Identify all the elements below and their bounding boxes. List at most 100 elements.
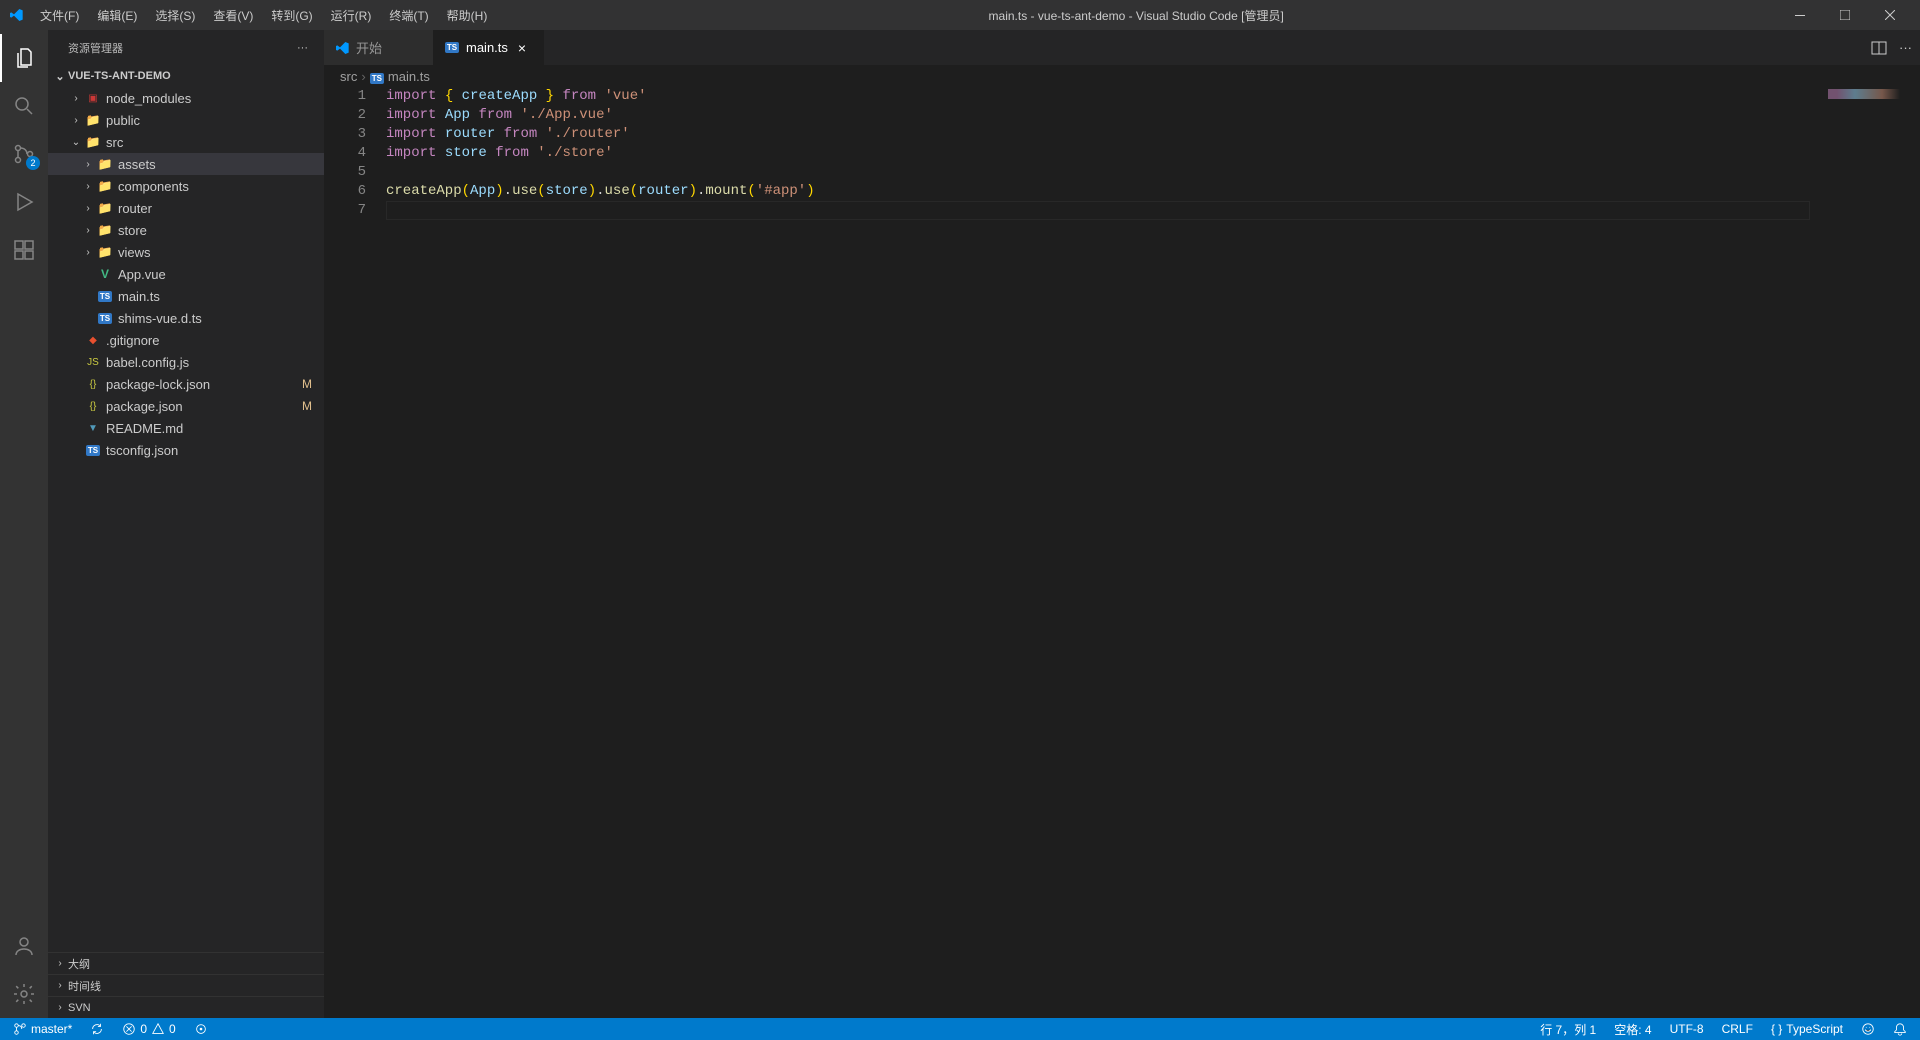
code-line: createApp(App).use(store).use(router).mo…: [386, 182, 1820, 201]
line-gutter: 1234567: [324, 87, 386, 1018]
panel-header[interactable]: ›SVN: [48, 996, 324, 1018]
menu-item[interactable]: 编辑(E): [89, 3, 145, 28]
panel-header[interactable]: ›大纲: [48, 952, 324, 974]
tree-folder[interactable]: ›📁router: [48, 197, 324, 219]
menu-item[interactable]: 终端(T): [381, 3, 436, 28]
chevron-down-icon: ⌄: [68, 137, 84, 148]
editor-content[interactable]: 1234567 import { createApp } from 'vue'i…: [324, 87, 1920, 1018]
tree-item-label: views: [118, 245, 151, 260]
activity-extensions[interactable]: [0, 226, 48, 274]
status-feedback[interactable]: [1856, 1018, 1880, 1040]
braces-icon: { }: [1771, 1022, 1782, 1036]
tree-folder[interactable]: ›▣node_modules: [48, 87, 324, 109]
panel-title: SVN: [68, 1002, 91, 1014]
close-button[interactable]: [1867, 0, 1912, 30]
more-actions-icon[interactable]: ···: [1899, 40, 1912, 55]
tree-file[interactable]: TSshims-vue.d.ts: [48, 307, 324, 329]
editor-tab[interactable]: TSmain.ts×: [434, 30, 544, 65]
git-icon: ◆: [84, 335, 102, 346]
tree-folder[interactable]: ›📁assets: [48, 153, 324, 175]
split-editor-icon[interactable]: [1871, 40, 1887, 56]
line-number: 2: [324, 106, 366, 125]
project-header[interactable]: ⌄ VUE-TS-ANT-DEMO: [48, 65, 324, 87]
status-branch[interactable]: master*: [8, 1018, 77, 1040]
status-eol[interactable]: CRLF: [1717, 1018, 1758, 1040]
panel-header[interactable]: ›时间线: [48, 974, 324, 996]
ts-icon: TS: [370, 69, 384, 84]
status-notifications[interactable]: [1888, 1018, 1912, 1040]
code-line: import router from './router': [386, 125, 1820, 144]
chevron-right-icon: ›: [80, 181, 96, 192]
menu-item[interactable]: 转到(G): [263, 3, 320, 28]
activity-search[interactable]: [0, 82, 48, 130]
breadcrumb: src › TS main.ts: [324, 65, 1920, 87]
code-area[interactable]: import { createApp } from 'vue'import Ap…: [386, 87, 1820, 1018]
tree-file[interactable]: JSbabel.config.js: [48, 351, 324, 373]
tree-file[interactable]: ▼README.md: [48, 417, 324, 439]
bell-icon: [1893, 1022, 1907, 1036]
minimap[interactable]: [1820, 87, 1920, 1018]
tree-folder[interactable]: ›📁store: [48, 219, 324, 241]
breadcrumb-item[interactable]: main.ts: [388, 69, 430, 84]
ts-icon: TS: [84, 445, 102, 456]
sidebar-header: 资源管理器 ···: [48, 30, 324, 65]
sync-icon: [90, 1022, 104, 1036]
tree-folder[interactable]: ›📁components: [48, 175, 324, 197]
project-name: VUE-TS-ANT-DEMO: [68, 70, 171, 82]
ts-icon: TS: [96, 313, 114, 324]
tree-file[interactable]: VApp.vue: [48, 263, 324, 285]
code-line: import { createApp } from 'vue': [386, 87, 1820, 106]
json-icon: {}: [84, 401, 102, 412]
folder-icon: 📁: [96, 223, 114, 237]
status-encoding[interactable]: UTF-8: [1665, 1018, 1709, 1040]
status-problems[interactable]: 0 0: [117, 1018, 180, 1040]
status-language[interactable]: { } TypeScript: [1766, 1018, 1848, 1040]
menu-item[interactable]: 查看(V): [205, 3, 261, 28]
chevron-right-icon: ›: [361, 69, 365, 84]
run-debug-icon: [12, 190, 36, 214]
activity-explorer[interactable]: [0, 34, 48, 82]
menu-item[interactable]: 运行(R): [323, 3, 380, 28]
menu-item[interactable]: 选择(S): [147, 3, 203, 28]
activity-bar: 2: [0, 30, 48, 1018]
tree-file[interactable]: TSmain.ts: [48, 285, 324, 307]
code-line: import store from './store': [386, 144, 1820, 163]
status-position[interactable]: 行 7，列 1: [1535, 1018, 1601, 1040]
status-port[interactable]: [189, 1018, 213, 1040]
menu-item[interactable]: 帮助(H): [439, 3, 496, 28]
line-number: 1: [324, 87, 366, 106]
tree-file[interactable]: {}package.jsonM: [48, 395, 324, 417]
folder-icon: 📁: [96, 179, 114, 193]
chevron-right-icon: ›: [52, 1002, 68, 1013]
status-sync[interactable]: [85, 1018, 109, 1040]
activity-scm[interactable]: 2: [0, 130, 48, 178]
sidebar-more-icon[interactable]: ···: [297, 42, 308, 54]
tree-file[interactable]: {}package-lock.jsonM: [48, 373, 324, 395]
editor-tab[interactable]: 开始×: [324, 30, 434, 65]
tree-folder[interactable]: ›📁public: [48, 109, 324, 131]
tree-file[interactable]: TStsconfig.json: [48, 439, 324, 461]
panel-title: 时间线: [68, 978, 101, 994]
minimize-button[interactable]: [1777, 0, 1822, 30]
close-icon[interactable]: ×: [514, 40, 530, 56]
folder-icon: 📁: [96, 157, 114, 171]
line-number: 7: [324, 201, 366, 220]
status-spaces[interactable]: 空格: 4: [1609, 1018, 1656, 1040]
activity-run[interactable]: [0, 178, 48, 226]
tree-item-label: router: [118, 201, 152, 216]
menu-item[interactable]: 文件(F): [32, 3, 87, 28]
panel-title: 大纲: [68, 956, 90, 972]
chevron-right-icon: ›: [68, 115, 84, 126]
chevron-right-icon: ›: [68, 93, 84, 104]
minimap-preview: [1828, 89, 1918, 99]
tree-folder[interactable]: ⌄📁src: [48, 131, 324, 153]
tree-folder[interactable]: ›📁views: [48, 241, 324, 263]
breadcrumb-item[interactable]: src: [340, 69, 357, 84]
line-number: 6: [324, 182, 366, 201]
activity-account[interactable]: [0, 922, 48, 970]
maximize-button[interactable]: [1822, 0, 1867, 30]
js-icon: JS: [84, 357, 102, 368]
folder-icon: 📁: [84, 113, 102, 127]
tree-file[interactable]: ◆.gitignore: [48, 329, 324, 351]
activity-settings[interactable]: [0, 970, 48, 1018]
